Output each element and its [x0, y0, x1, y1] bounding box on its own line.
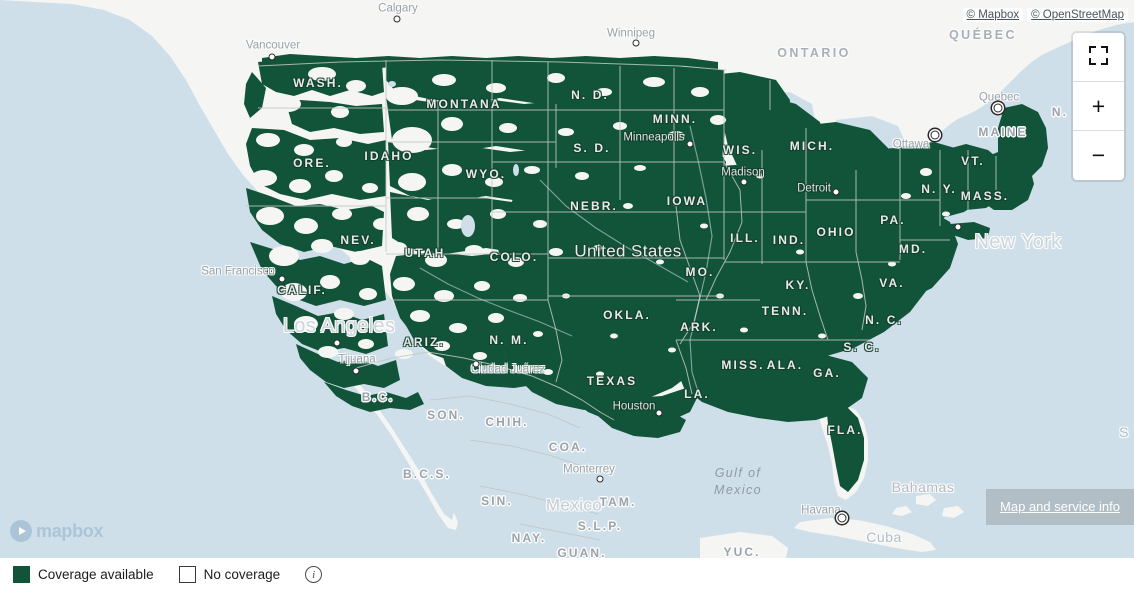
fullscreen-button[interactable] — [1073, 33, 1124, 82]
legend-coverage-available: Coverage available — [13, 566, 154, 583]
coverage-map-app: © Mapbox © OpenStreetMap + − mapbox Map — [0, 0, 1134, 590]
map-and-service-info[interactable]: Map and service info — [986, 489, 1134, 525]
map-and-service-info-link[interactable]: Map and service info — [1000, 499, 1120, 514]
map-legend: Coverage available No coverage i — [0, 558, 1134, 590]
zoom-out-button[interactable]: − — [1073, 131, 1124, 180]
mapbox-wordmark: mapbox — [36, 520, 104, 541]
plus-icon: + — [1091, 92, 1106, 119]
map-controls: + − — [1073, 33, 1124, 180]
legend-label-coverage: Coverage available — [38, 567, 154, 582]
zoom-in-button[interactable]: + — [1073, 82, 1124, 131]
map-geometry — [0, 0, 1134, 558]
mapbox-logo[interactable]: mapbox — [10, 520, 104, 542]
fullscreen-icon — [1089, 46, 1108, 65]
map-canvas[interactable]: © Mapbox © OpenStreetMap + − mapbox Map — [0, 0, 1134, 558]
openstreetmap-attribution-link[interactable]: © OpenStreetMap — [1027, 8, 1128, 22]
legend-label-no-coverage: No coverage — [203, 567, 281, 582]
legend-swatch-coverage — [13, 566, 30, 583]
minus-icon: − — [1091, 142, 1106, 168]
map-attribution: © Mapbox © OpenStreetMap — [962, 8, 1128, 22]
mapbox-attribution-link[interactable]: © Mapbox — [962, 8, 1024, 22]
mapbox-logo-icon — [10, 520, 32, 542]
legend-swatch-no-coverage — [178, 566, 196, 583]
info-icon[interactable]: i — [305, 566, 323, 583]
legend-no-coverage: No coverage — [178, 566, 281, 583]
